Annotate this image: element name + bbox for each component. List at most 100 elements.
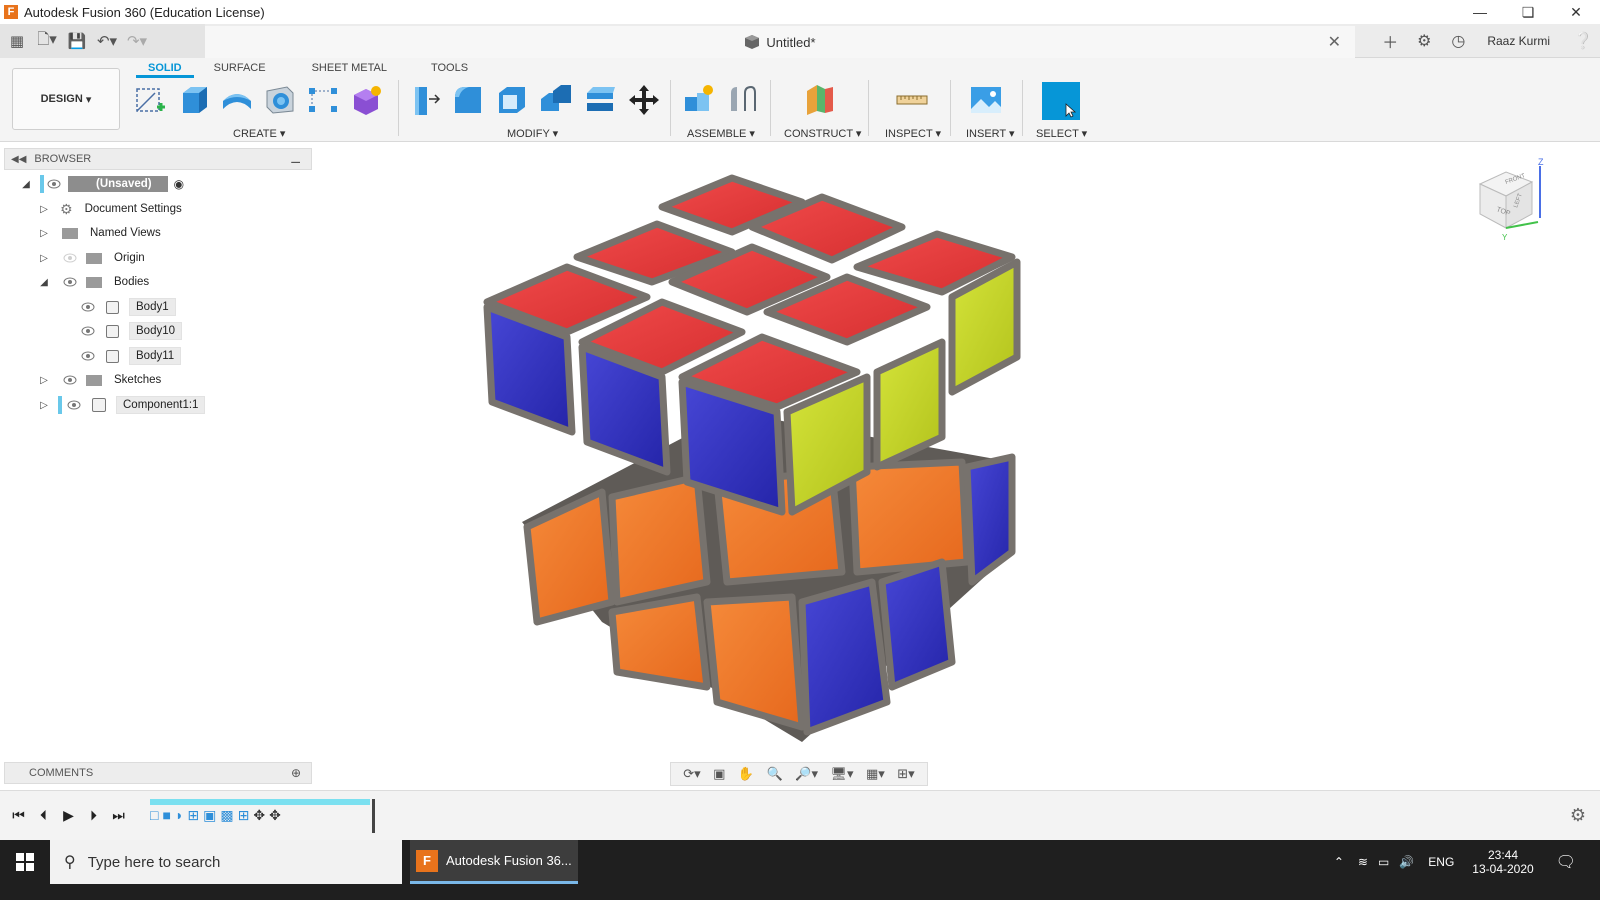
pan-icon[interactable]: ✋ bbox=[738, 766, 754, 782]
assemble-menu[interactable]: ASSEMBLE ▾ bbox=[687, 127, 755, 140]
close-window-icon[interactable]: ✕ bbox=[1552, 0, 1600, 24]
tree-item-bodies[interactable]: ◢ Bodies bbox=[38, 272, 156, 292]
data-panel-grid-icon[interactable]: ▦ bbox=[4, 28, 30, 54]
timeline-sketch-icon[interactable]: □ bbox=[150, 807, 158, 824]
visibility-eye-icon[interactable] bbox=[80, 325, 96, 337]
extensions-icon[interactable]: ⚙ bbox=[1407, 24, 1441, 58]
windows-start-icon[interactable] bbox=[0, 840, 50, 884]
undo-icon[interactable]: ↶▾ bbox=[94, 28, 120, 54]
tab-solid[interactable]: SOLID bbox=[136, 60, 194, 78]
joint-icon[interactable] bbox=[724, 82, 760, 118]
timeline-combine-icon[interactable]: ▩ bbox=[220, 807, 233, 824]
visibility-eye-icon[interactable] bbox=[46, 178, 62, 190]
tab-sheet-metal[interactable]: SHEET METAL bbox=[300, 60, 399, 78]
browser-pin-icon[interactable]: ⚊ bbox=[290, 152, 301, 166]
tree-item-named-views[interactable]: ▷ Named Views bbox=[38, 223, 167, 243]
viewcube[interactable]: TOP FRONT LEFT Z Y bbox=[1472, 156, 1552, 246]
document-tab[interactable]: Untitled* ✕ bbox=[205, 26, 1355, 58]
taskbar-fusion-app[interactable]: F Autodesk Fusion 36... bbox=[410, 840, 578, 884]
collapse-triangle-icon[interactable]: ◢ bbox=[38, 276, 50, 288]
play-icon[interactable]: ▶ bbox=[56, 805, 81, 825]
collapse-triangle-icon[interactable]: ◢ bbox=[20, 178, 32, 190]
expand-triangle-icon[interactable]: ▷ bbox=[38, 203, 50, 215]
user-name[interactable]: Raaz Kurmi bbox=[1487, 34, 1550, 48]
modify-menu[interactable]: MODIFY ▾ bbox=[507, 127, 558, 140]
restore-icon[interactable]: ❏ bbox=[1504, 0, 1552, 24]
expand-triangle-icon[interactable]: ▷ bbox=[38, 227, 50, 239]
timeline-settings-gear-icon[interactable]: ⚙ bbox=[1570, 805, 1586, 826]
workspace-switcher[interactable]: DESIGN ▾ bbox=[12, 68, 120, 130]
move-copy-icon[interactable] bbox=[626, 82, 662, 118]
timeline-marker[interactable] bbox=[372, 799, 375, 833]
battery-icon[interactable]: ▭ bbox=[1378, 855, 1389, 869]
tree-item-body10[interactable]: Body10 bbox=[80, 321, 183, 341]
tree-item-body11[interactable]: Body11 bbox=[80, 346, 182, 366]
viewports-icon[interactable]: ⊞▾ bbox=[897, 766, 914, 782]
fit-icon[interactable]: 🔎▾ bbox=[795, 766, 818, 782]
timeline-pattern2-icon[interactable]: ⊞ bbox=[238, 807, 250, 824]
timeline-shell-icon[interactable]: ▣ bbox=[203, 807, 216, 824]
timeline-extrude-icon[interactable]: ■ bbox=[162, 807, 170, 824]
display-settings-icon[interactable]: 🖥▾ bbox=[830, 766, 853, 782]
zoom-icon[interactable]: 🔍 bbox=[767, 766, 783, 782]
show-hidden-icons-chevron-icon[interactable]: ⌃ bbox=[1334, 855, 1344, 869]
step-forward-icon[interactable]: ⏵ bbox=[81, 805, 106, 825]
expand-triangle-icon[interactable]: ▷ bbox=[38, 374, 50, 386]
inspect-menu[interactable]: INSPECT ▾ bbox=[885, 127, 941, 140]
collapse-panel-icon[interactable]: ◀◀ bbox=[11, 154, 26, 165]
sweep-icon[interactable] bbox=[262, 82, 298, 118]
select-icon[interactable] bbox=[1042, 82, 1080, 120]
volume-icon[interactable]: 🔊 bbox=[1399, 855, 1414, 869]
step-back-icon[interactable]: ⏴ bbox=[31, 805, 56, 825]
browser-panel-header[interactable]: ◀◀ BROWSER ⚊ bbox=[4, 148, 312, 170]
canvas-viewport[interactable]: TOP FRONT LEFT Z Y bbox=[312, 142, 1600, 790]
timeline-move2-icon[interactable]: ✥ bbox=[269, 807, 281, 824]
combine-icon[interactable] bbox=[538, 82, 574, 118]
timeline-move-icon[interactable]: ✥ bbox=[253, 807, 265, 824]
visibility-eye-icon[interactable] bbox=[66, 399, 82, 411]
tree-root[interactable]: ◢ (Unsaved) ◉ bbox=[20, 174, 184, 194]
language-indicator[interactable]: ENG bbox=[1428, 855, 1454, 869]
select-menu[interactable]: SELECT ▾ bbox=[1036, 127, 1087, 140]
create-form-icon[interactable] bbox=[349, 82, 385, 118]
expand-triangle-icon[interactable]: ▷ bbox=[38, 399, 50, 411]
extrude-icon[interactable] bbox=[176, 82, 212, 118]
close-tab-icon[interactable]: ✕ bbox=[1328, 32, 1341, 52]
tree-item-document-settings[interactable]: ▷ ⚙ Document Settings bbox=[38, 199, 188, 219]
insert-menu[interactable]: INSERT ▾ bbox=[966, 127, 1015, 140]
offset-plane-icon[interactable] bbox=[802, 82, 838, 118]
go-to-start-icon[interactable]: ⏮ bbox=[6, 805, 31, 825]
comments-panel[interactable]: COMMENTS ⊕ bbox=[4, 762, 312, 784]
pattern-icon[interactable] bbox=[305, 82, 341, 118]
revolve-icon[interactable] bbox=[219, 82, 255, 118]
visibility-eye-icon[interactable] bbox=[80, 350, 96, 362]
new-tab-icon[interactable]: ＋ bbox=[1373, 24, 1407, 58]
action-center-icon[interactable]: 🗨 bbox=[1556, 852, 1576, 872]
redo-icon[interactable]: ↷▾ bbox=[124, 28, 150, 54]
file-menu-icon[interactable]: 🗋▾ bbox=[34, 28, 60, 54]
offset-face-icon[interactable] bbox=[582, 82, 618, 118]
timeline-pattern-icon[interactable]: ⊞ bbox=[187, 807, 199, 824]
tree-item-component1[interactable]: ▷ Component1:1 bbox=[38, 395, 206, 415]
insert-canvas-icon[interactable] bbox=[968, 82, 1004, 118]
add-comment-icon[interactable]: ⊕ bbox=[291, 766, 301, 780]
visibility-eye-icon[interactable] bbox=[80, 301, 96, 313]
grid-settings-icon[interactable]: ▦▾ bbox=[866, 766, 885, 782]
measure-icon[interactable] bbox=[894, 82, 930, 118]
help-icon[interactable]: ❔ bbox=[1566, 24, 1600, 58]
visibility-eye-icon[interactable] bbox=[62, 276, 78, 288]
expand-triangle-icon[interactable]: ▷ bbox=[38, 252, 50, 264]
taskbar-search[interactable]: ⚲ Type here to search bbox=[50, 840, 402, 884]
hidden-eye-icon[interactable] bbox=[62, 252, 78, 264]
clock[interactable]: 23:44 13-04-2020 bbox=[1472, 848, 1533, 876]
construct-menu[interactable]: CONSTRUCT ▾ bbox=[784, 127, 861, 140]
create-sketch-icon[interactable] bbox=[132, 82, 168, 118]
create-menu[interactable]: CREATE ▾ bbox=[233, 127, 285, 140]
orbit-icon[interactable]: ⟳▾ bbox=[683, 766, 700, 782]
go-to-end-icon[interactable]: ⏭ bbox=[106, 805, 131, 825]
press-pull-icon[interactable] bbox=[406, 82, 442, 118]
shell-icon[interactable] bbox=[494, 82, 530, 118]
fillet-icon[interactable] bbox=[450, 82, 486, 118]
job-status-icon[interactable]: ◷ bbox=[1441, 24, 1475, 58]
tree-item-sketches[interactable]: ▷ Sketches bbox=[38, 370, 168, 390]
